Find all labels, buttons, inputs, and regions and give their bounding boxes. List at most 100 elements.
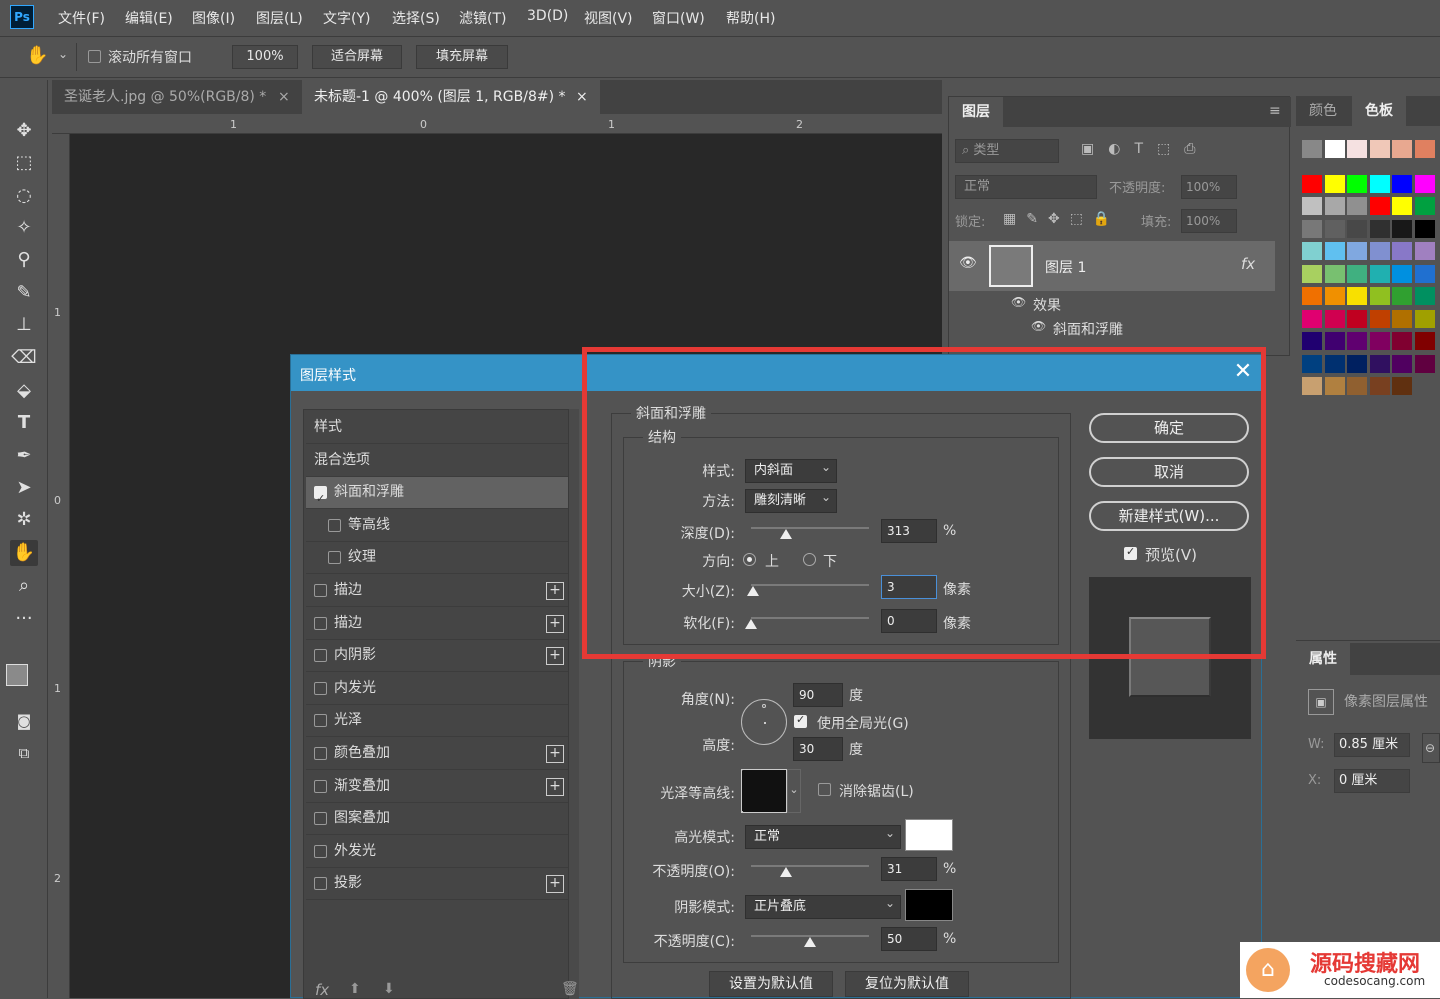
opacity-field[interactable]: 100% [1181,175,1237,199]
color-swatch[interactable] [1302,219,1322,238]
menu-item[interactable]: 选择(S) [392,8,440,28]
style-list-item[interactable]: 描边 + [306,608,568,640]
set-default-button[interactable]: 设置为默认值 [709,971,833,997]
add-icon[interactable]: + [546,582,564,600]
color-swatch[interactable] [1347,377,1367,395]
tab-color[interactable]: 颜色 [1296,96,1350,126]
color-swatch[interactable] [1347,197,1367,215]
stamp-tool-icon[interactable]: ⊥ [10,312,38,338]
style-list-scrollbar[interactable] [569,409,579,999]
eyedropper-tool-icon[interactable]: ⚲ [10,247,38,273]
screen-mode-icon[interactable]: ⧉ [10,740,38,766]
move-up-icon[interactable]: ⬆ [349,981,361,997]
color-swatch[interactable] [1302,309,1322,328]
color-swatch[interactable] [1302,140,1322,158]
shadow-mode-select[interactable]: 正片叠底 [745,892,901,919]
menu-item[interactable]: 编辑(E) [125,8,173,28]
color-swatch[interactable] [1392,332,1412,350]
color-swatch[interactable] [1369,197,1390,215]
paint-bucket-tool-icon[interactable]: ⬙ [10,378,38,404]
add-icon[interactable]: + [546,647,564,666]
style-list-item[interactable]: 等高线 [306,509,568,542]
menu-item[interactable]: 图层(L) [256,8,303,28]
chevron-down-icon[interactable]: ⌄ [58,47,68,61]
close-icon[interactable]: × [576,80,588,114]
hand-tool-icon[interactable]: ✋ [10,540,38,566]
color-swatch[interactable] [1414,219,1435,238]
add-icon[interactable]: + [546,875,564,894]
chevron-down-icon[interactable]: ⌄ [787,769,801,813]
add-icon[interactable]: + [546,745,564,763]
style-list-item[interactable]: 颜色叠加 + [306,738,568,770]
shadow-opacity-field[interactable]: 50 [881,927,937,951]
reset-default-button[interactable]: 复位为默认值 [845,971,969,997]
path-select-tool-icon[interactable]: ➤ [10,475,38,501]
color-swatch[interactable] [1302,332,1322,350]
color-swatch[interactable] [1324,174,1345,193]
move-tool-icon[interactable]: ✥ [10,118,38,144]
highlight-opacity-field[interactable]: 31 [881,857,937,881]
fx-icon[interactable]: fx [315,981,329,999]
style-list-item[interactable]: 图案叠加 [306,803,568,836]
blend-mode-select[interactable]: 正常 [955,175,1097,199]
color-swatch[interactable] [1392,242,1412,260]
layer-filter-select[interactable]: ⌕ 类型 [955,139,1059,163]
style-checkbox[interactable] [314,779,327,793]
style-list-item[interactable]: 投影 + [306,868,568,901]
style-checkbox[interactable] [314,681,327,695]
shadow-color-swatch[interactable] [905,889,953,921]
color-swatch[interactable] [1369,287,1390,305]
color-swatch[interactable] [1302,287,1322,305]
menu-item[interactable]: 滤镜(T) [459,8,506,28]
color-swatch[interactable] [1324,242,1345,260]
lasso-tool-icon[interactable]: ◌ [10,183,38,209]
style-list-item[interactable]: 光泽 [306,705,568,738]
style-checkbox[interactable] [314,812,327,826]
angle-dial[interactable] [741,699,787,745]
color-swatch[interactable] [1324,332,1345,350]
style-checkbox[interactable] [314,714,327,728]
add-icon[interactable]: + [546,777,564,796]
hand-tool-icon[interactable]: ✋ [26,45,48,66]
color-swatch[interactable] [1369,174,1390,193]
filter-icons[interactable]: ▣◐T⬚⎙ [1081,141,1209,157]
fx-icon[interactable]: fx [1241,255,1255,273]
color-swatch[interactable] [1392,287,1412,305]
style-list-item[interactable]: 混合选项 [306,445,568,477]
marquee-tool-icon[interactable]: ⬚ [10,150,38,176]
menu-item[interactable]: 视图(V) [584,8,633,28]
color-swatch[interactable] [1302,354,1322,373]
color-swatch[interactable] [1347,174,1367,193]
fit-screen-button[interactable]: 适合屏幕 [312,45,402,69]
eraser-tool-icon[interactable]: ⌫ [10,345,38,371]
color-swatch[interactable] [1392,219,1412,238]
width-field[interactable]: 0.85 厘米 [1334,733,1410,757]
style-checkbox[interactable] [314,747,327,760]
link-icon[interactable]: ⊖ [1422,733,1440,763]
color-swatch[interactable] [1414,197,1435,215]
shape-tool-icon[interactable]: ✲ [10,507,38,533]
pen-tool-icon[interactable]: ✒ [10,443,38,469]
color-swatch[interactable] [1369,140,1390,158]
menu-item[interactable]: 3D(D) [527,8,568,24]
panel-menu-icon[interactable]: ≡ [1269,103,1281,119]
color-swatch[interactable] [1369,377,1390,395]
style-list-item[interactable]: 内发光 [306,673,568,705]
zoom-tool-icon[interactable]: ⌕ [10,573,38,599]
color-swatch[interactable] [1324,354,1345,373]
style-checkbox[interactable] [314,484,327,514]
color-swatch[interactable] [1347,140,1367,158]
style-list-item[interactable]: 斜面和浮雕 [306,477,568,514]
color-swatch[interactable] [1392,309,1412,328]
color-swatch[interactable] [1324,219,1345,238]
style-checkbox[interactable] [314,877,327,891]
color-swatch[interactable] [1392,174,1412,193]
color-swatch[interactable] [1392,377,1412,395]
eye-icon[interactable]: 👁 [959,255,977,271]
color-swatch[interactable] [1414,242,1435,260]
menu-item[interactable]: 窗口(W) [652,8,705,28]
tab-properties[interactable]: 属性 [1296,643,1350,675]
close-icon[interactable]: × [278,80,290,114]
highlight-opacity-knob[interactable] [780,867,793,877]
brush-tool-icon[interactable]: ✎ [10,280,38,306]
